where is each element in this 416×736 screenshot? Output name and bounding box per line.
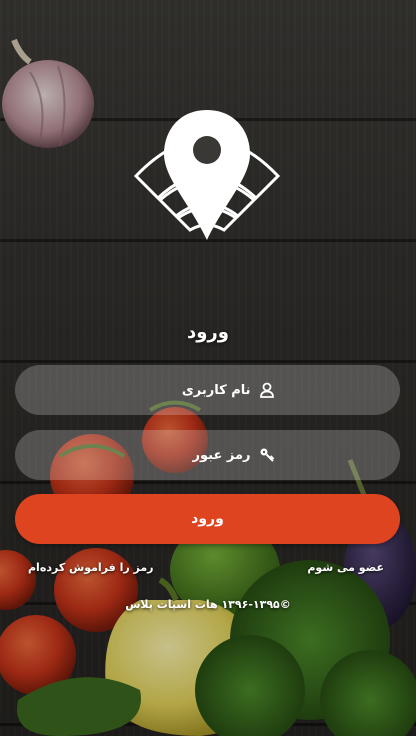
username-input[interactable] <box>140 382 251 398</box>
app-logo-icon <box>132 108 282 244</box>
signup-link[interactable]: عضو می شوم <box>307 561 384 574</box>
forgot-password-link[interactable]: رمز را فراموش کردەام <box>28 561 154 574</box>
password-input[interactable] <box>140 447 251 463</box>
password-field[interactable] <box>15 430 400 480</box>
login-button[interactable]: ورود <box>15 494 400 544</box>
page-title: ورود <box>187 322 229 343</box>
key-icon <box>259 447 275 463</box>
username-field[interactable] <box>15 365 400 415</box>
copyright-text: ©۱۳۹۶-۱۳۹۵ هات اسپات پلاس <box>125 598 291 611</box>
user-icon <box>259 382 275 398</box>
